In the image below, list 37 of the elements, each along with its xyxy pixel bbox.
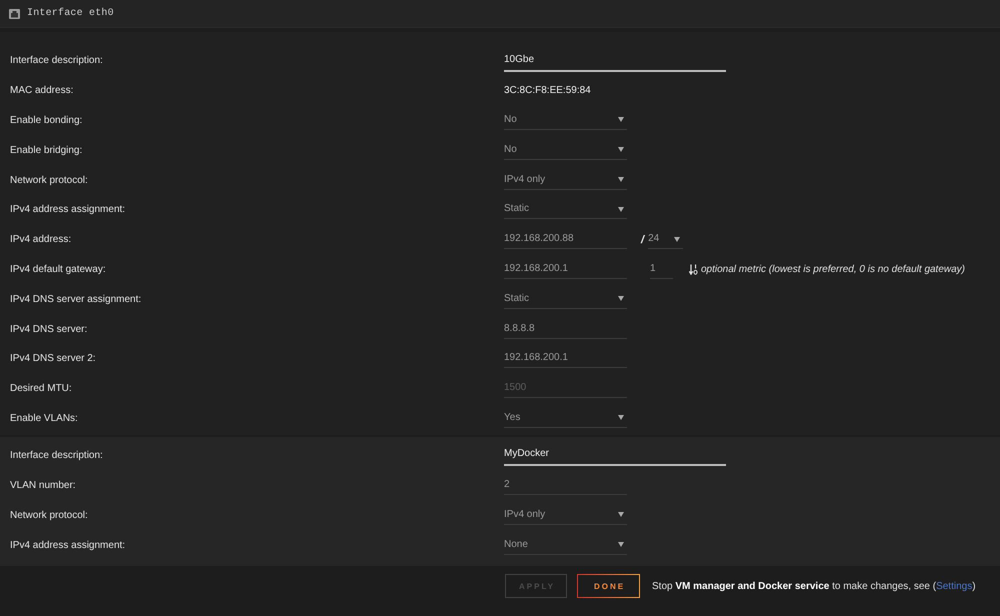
field-label: Desired MTU: xyxy=(9,383,73,394)
value-text: 3C:8C:F8:EE:59:84 xyxy=(504,85,591,96)
field-label: Enable bonding: xyxy=(9,114,84,126)
prefix-separator: / xyxy=(641,234,644,246)
done-button[interactable]: DONE xyxy=(577,574,640,598)
field-label: Network protocol: xyxy=(9,174,89,186)
field-label: Interface description: xyxy=(9,55,104,66)
field-label: Enable VLANs: xyxy=(9,412,79,424)
field-label: Network protocol: xyxy=(9,510,89,521)
field-label: IPv4 DNS server assignment: xyxy=(9,294,142,305)
settings-link[interactable]: Settings xyxy=(936,580,972,592)
field-label: IPv4 default gateway: xyxy=(9,264,107,275)
field-label: IPv4 DNS server: xyxy=(9,324,88,335)
text-field[interactable]: 10Gbe xyxy=(504,50,726,72)
field-label: Enable bridging: xyxy=(9,144,84,156)
field-label: IPv4 address assignment: xyxy=(9,204,126,216)
hint-text: optional metric (lowest is preferred, 0 is no default gateway) xyxy=(701,264,966,275)
field-label: VLAN number: xyxy=(9,480,77,491)
caret-icon xyxy=(618,512,624,518)
sort-icon xyxy=(689,264,698,275)
text-field[interactable]: MyDocker xyxy=(504,444,726,466)
caret-icon xyxy=(618,117,624,122)
notice-text: Stop VM manager and Docker service to make changes, see (Settings) xyxy=(652,580,976,592)
caret-icon xyxy=(618,415,624,420)
field-label: MAC address: xyxy=(9,85,74,96)
field-label: IPv4 address: xyxy=(9,234,72,246)
panel-title: Interface eth0 xyxy=(27,8,114,19)
caret-icon xyxy=(618,542,624,548)
field-label: IPv4 DNS server 2: xyxy=(9,353,97,364)
field-label: Interface description: xyxy=(9,450,104,461)
field-label: IPv4 address assignment: xyxy=(9,540,126,551)
ethernet-port-icon xyxy=(9,8,20,18)
caret-icon xyxy=(618,147,624,152)
caret-icon xyxy=(618,296,624,302)
caret-icon xyxy=(618,177,624,182)
caret-icon xyxy=(674,236,680,242)
caret-icon xyxy=(618,206,624,212)
